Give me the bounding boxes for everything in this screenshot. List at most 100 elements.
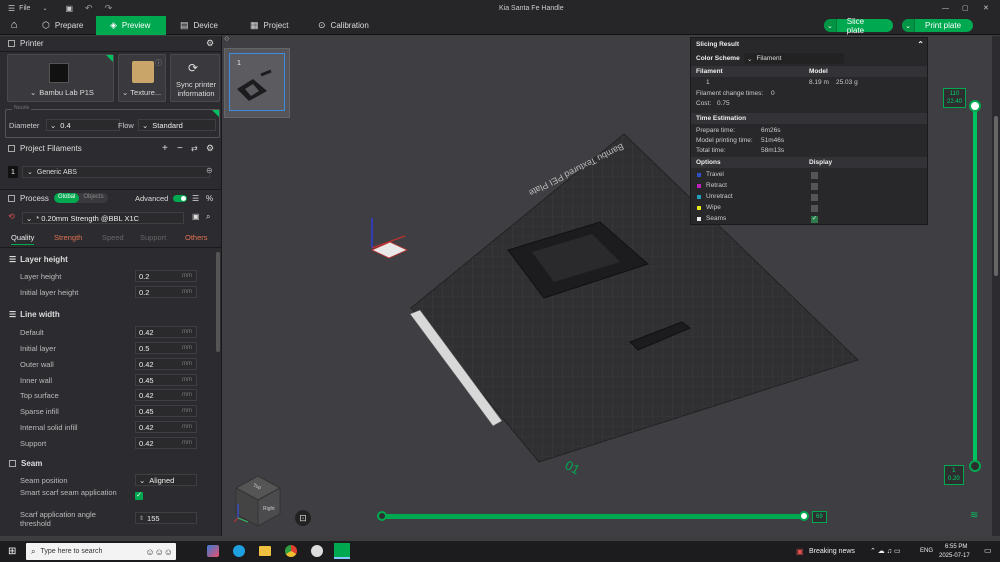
viewport-scrollbar[interactable] <box>992 36 1000 536</box>
flow-select[interactable]: ⌄ Standard <box>138 119 216 131</box>
home-icon[interactable]: ⌂ <box>0 19 28 31</box>
collapse-thumbnails-icon[interactable]: ⟐ <box>224 36 230 44</box>
chevron-down-icon[interactable]: ⌄ <box>902 19 915 32</box>
line-width-input[interactable]: 0.42 mm <box>135 437 197 449</box>
layer-height-input[interactable]: 0.2 mm <box>135 270 197 282</box>
line-width-input[interactable]: 0.42 mm <box>135 421 197 433</box>
line-width-input[interactable]: 0.45 mm <box>135 374 197 386</box>
taskbar-search[interactable]: ⌕ Type here to search ☺☺☺ <box>26 543 176 560</box>
save-preset-icon[interactable]: ▣ <box>192 212 200 221</box>
list-icon[interactable]: ☰ <box>192 194 199 203</box>
layer-slider-top-handle[interactable] <box>969 100 981 112</box>
clock-time[interactable]: 6:55 PM <box>945 544 967 550</box>
filament-select[interactable]: ⌄ Generic ABS <box>22 166 210 178</box>
chevron-down-icon[interactable]: ⌄ <box>824 19 837 32</box>
folder-icon[interactable] <box>259 546 271 556</box>
option-display-checkbox[interactable]: ✓ <box>811 216 818 223</box>
filament-row[interactable]: 1 ⌄ Generic ABS ⊖ <box>8 166 218 180</box>
add-icon[interactable]: + <box>162 143 168 154</box>
news-label[interactable]: Breaking news <box>809 548 855 555</box>
line-width-input[interactable]: 0.42 mm <box>135 389 197 401</box>
gear-icon[interactable]: ⚙ <box>206 143 214 154</box>
close-icon[interactable]: ✕ <box>983 4 989 12</box>
minimize-icon[interactable]: — <box>942 5 949 12</box>
tab-calibration[interactable]: ⊙ Calibration <box>304 16 384 35</box>
windows-start-icon[interactable]: ⊞ <box>8 546 16 557</box>
slice-plate-button[interactable]: ⌄ Slice plate <box>824 17 893 35</box>
move-slider-start-handle[interactable] <box>377 511 387 521</box>
tab-preview[interactable]: ◈ Preview <box>96 15 166 35</box>
layer-slider-track[interactable] <box>973 104 977 466</box>
tab-quality[interactable]: Quality <box>11 233 35 245</box>
scarf-seam-checkbox[interactable]: ✓ <box>135 492 143 500</box>
tab-speed[interactable]: Speed <box>102 233 124 242</box>
layer-slider-bottom-handle[interactable] <box>969 460 981 472</box>
print-plate-button[interactable]: ⌄ Print plate <box>902 19 973 32</box>
zoom-fit-button[interactable]: ⊡ <box>295 510 311 526</box>
notification-icon[interactable]: ▭ <box>984 546 992 555</box>
info-icon[interactable]: ⓘ <box>155 58 162 68</box>
color-scheme-select[interactable]: ⌄ Filament <box>744 53 844 64</box>
layer-height-header-label: Layer height <box>20 255 68 264</box>
clock-date[interactable]: 2025-07-17 <box>939 553 970 559</box>
sync-printer-button[interactable]: ⟳ Sync printer information <box>170 54 220 102</box>
move-slider-end-handle[interactable] <box>799 511 809 521</box>
percent-icon[interactable]: % <box>206 194 213 203</box>
tab-project[interactable]: ▦ Project <box>236 16 304 35</box>
chevron-down-icon[interactable]: ⌄ <box>42 5 47 12</box>
bambu-studio-icon[interactable] <box>334 543 350 559</box>
line-width-input[interactable]: 0.5 mm <box>135 342 197 354</box>
move-slider-track[interactable] <box>381 514 805 519</box>
option-display-checkbox[interactable] <box>811 172 818 179</box>
app-icon-2[interactable] <box>311 545 323 557</box>
global-objects-toggle[interactable]: Global Objects <box>54 193 108 203</box>
prepare-time-label: Prepare time: <box>696 127 736 134</box>
scarf-angle-input[interactable]: ⇕ 155 <box>135 512 197 524</box>
process-preset-select[interactable]: ⌄ * 0.20mm Strength @BBL X1C <box>22 212 184 224</box>
seam-position-select[interactable]: ⌄ Aligned <box>135 474 197 486</box>
tab-strength[interactable]: Strength <box>54 233 82 242</box>
file-menu[interactable]: File <box>19 5 30 12</box>
filament-model-header: Filament Model <box>691 66 927 77</box>
app-icon-1[interactable] <box>207 545 219 557</box>
tab-others[interactable]: Others <box>185 233 208 242</box>
navigation-cube[interactable]: Top Right <box>232 474 282 528</box>
initial-layer-height-label: Initial layer height <box>20 288 79 297</box>
menu-icon[interactable]: ☰ <box>8 4 15 13</box>
remove-icon[interactable]: − <box>177 143 183 154</box>
option-display-checkbox[interactable] <box>811 205 818 212</box>
line-width-input[interactable]: 0.42 mm <box>135 326 197 338</box>
plate-thumbnail[interactable]: 1 <box>224 48 290 118</box>
option-display-checkbox[interactable] <box>811 194 818 201</box>
advanced-toggle[interactable] <box>173 195 187 202</box>
settings-scrollbar[interactable] <box>216 252 220 352</box>
edge-icon[interactable] <box>233 545 245 557</box>
collapse-icon[interactable]: ⌃ <box>917 40 924 49</box>
toggle-objects[interactable]: Objects <box>79 193 107 203</box>
language-indicator[interactable]: ENG <box>920 548 933 554</box>
diameter-select[interactable]: ⌄ 0.4 <box>46 119 120 131</box>
tab-prepare[interactable]: ⬡ Prepare <box>28 16 96 35</box>
tray-icons[interactable]: ⌃ ☁ ♫ ▭ <box>870 547 901 555</box>
toggle-global[interactable]: Global <box>54 193 80 203</box>
option-display-checkbox[interactable] <box>811 183 818 190</box>
redo-icon[interactable]: ↷ <box>105 3 113 14</box>
sync-filament-icon[interactable]: ⇄ <box>191 144 198 153</box>
undo-icon[interactable]: ↶ <box>85 3 93 14</box>
printer-card[interactable]: ⌄ Bambu Lab P1S <box>7 54 114 102</box>
line-width-input[interactable]: 0.42 mm <box>135 358 197 370</box>
chrome-icon[interactable] <box>285 545 297 557</box>
save-icon[interactable]: ▣ <box>65 4 73 13</box>
remove-filament-icon[interactable]: ⊖ <box>206 166 213 175</box>
line-width-input[interactable]: 0.45 mm <box>135 405 197 417</box>
maximize-icon[interactable]: ▢ <box>962 4 969 12</box>
search-icon[interactable]: ⌕ <box>206 212 210 222</box>
gear-icon[interactable]: ⚙ <box>206 38 214 49</box>
plate-type-card[interactable]: ⓘ ⌄ Texture... <box>118 54 166 102</box>
initial-layer-height-input[interactable]: 0.2 mm <box>135 286 197 298</box>
tab-support[interactable]: Support <box>140 233 166 242</box>
layers-stack-icon[interactable]: ≋ <box>970 510 978 521</box>
spin-icon[interactable]: ⇕ <box>139 515 144 522</box>
tab-device[interactable]: ▤ Device <box>166 16 236 35</box>
nav-cube-right-label[interactable]: Right <box>263 506 275 512</box>
